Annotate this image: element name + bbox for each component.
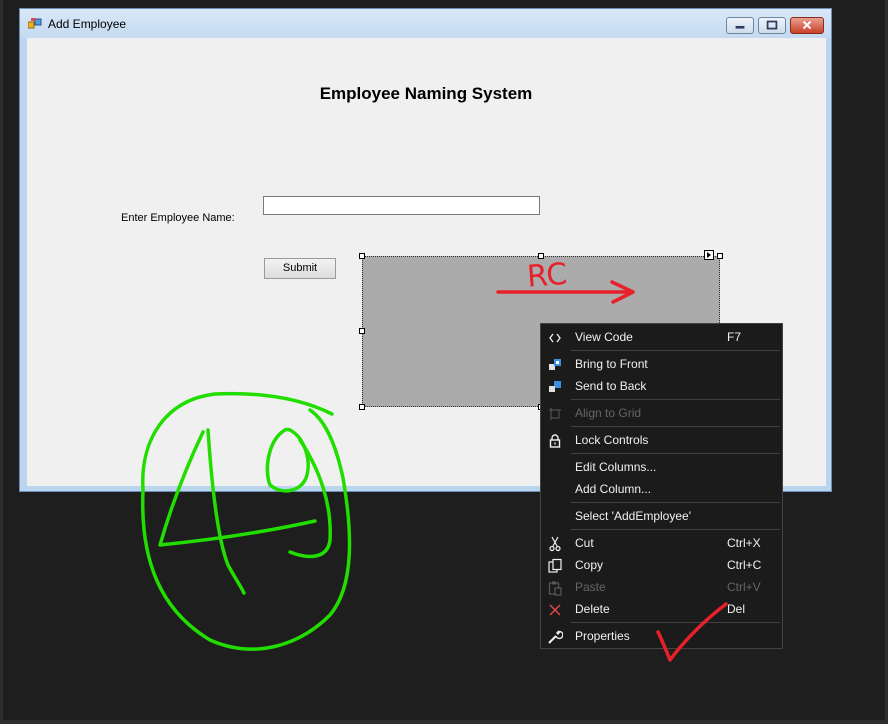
employee-name-label: Enter Employee Name:	[121, 212, 235, 224]
menu-separator	[571, 502, 780, 503]
send-to-back-icon	[549, 381, 561, 392]
menu-item-view-code[interactable]: View Code F7	[541, 327, 782, 348]
menu-item-add-column[interactable]: Add Column...	[541, 479, 782, 500]
menu-item-properties[interactable]: Properties	[541, 626, 782, 647]
menu-item-delete[interactable]: Delete Del	[541, 599, 782, 620]
smart-tag-arrow-icon	[707, 252, 711, 258]
scissors-icon	[549, 536, 561, 552]
menu-item-edit-columns[interactable]: Edit Columns...	[541, 457, 782, 478]
lock-icon	[549, 434, 561, 448]
code-icon	[549, 333, 561, 343]
form-title: Add Employee	[48, 17, 127, 31]
resize-handle-middle-left[interactable]	[359, 328, 365, 334]
designer-context-menu[interactable]: View Code F7 Bring to Front Send to Back…	[540, 323, 783, 649]
page-title: Employee Naming System	[319, 84, 533, 103]
form-app-icon	[28, 18, 42, 29]
menu-separator	[571, 399, 780, 400]
ide-edge-left	[0, 0, 3, 724]
menu-item-lock-controls[interactable]: Lock Controls	[541, 430, 782, 451]
menu-item-cut[interactable]: Cut Ctrl+X	[541, 533, 782, 554]
submit-button[interactable]: Submit	[264, 258, 336, 279]
wrench-icon	[548, 630, 563, 644]
menu-item-bring-to-front[interactable]: Bring to Front	[541, 354, 782, 375]
ide-edge-bottom	[0, 720, 888, 724]
smart-tag-glyph[interactable]	[704, 250, 714, 260]
menu-item-align-to-grid[interactable]: Align to Grid	[541, 403, 782, 424]
menu-separator	[571, 350, 780, 351]
menu-item-select-addemployee[interactable]: Select 'AddEmployee'	[541, 506, 782, 527]
menu-separator	[571, 622, 780, 623]
close-button[interactable]	[790, 17, 824, 34]
menu-item-copy[interactable]: Copy Ctrl+C	[541, 555, 782, 576]
menu-separator	[571, 529, 780, 530]
menu-separator	[571, 453, 780, 454]
align-grid-icon	[549, 408, 561, 420]
delete-icon	[549, 604, 561, 616]
minimize-button[interactable]	[726, 17, 754, 34]
employee-name-input[interactable]	[263, 196, 540, 215]
menu-item-send-to-back[interactable]: Send to Back	[541, 376, 782, 397]
form-titlebar[interactable]: Add Employee	[20, 9, 831, 38]
menu-separator	[571, 426, 780, 427]
maximize-button[interactable]	[758, 17, 786, 34]
paste-icon	[548, 581, 562, 596]
minimize-icon	[735, 25, 745, 29]
resize-handle-top-right[interactable]	[717, 253, 723, 259]
resize-handle-top-center[interactable]	[538, 253, 544, 259]
resize-handle-bottom-left[interactable]	[359, 404, 365, 410]
close-icon	[802, 20, 812, 30]
resize-handle-top-left[interactable]	[359, 253, 365, 259]
bring-to-front-icon	[549, 359, 561, 370]
maximize-icon	[766, 20, 778, 30]
copy-icon	[548, 558, 562, 573]
menu-item-paste[interactable]: Paste Ctrl+V	[541, 577, 782, 598]
